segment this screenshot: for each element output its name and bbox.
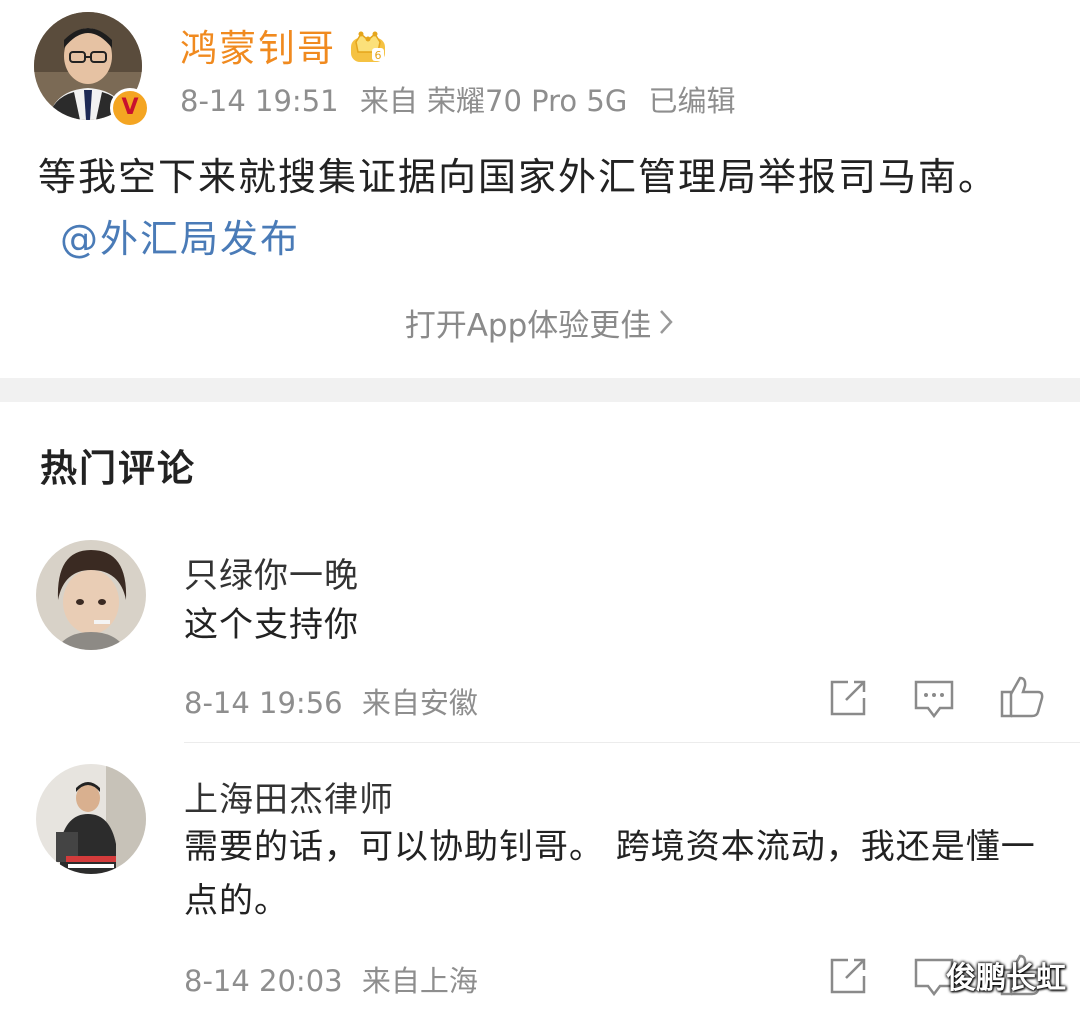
commenter-name[interactable]: 上海田杰律师 <box>184 772 394 821</box>
comment-meta: 8-14 20:03 来自上海 <box>184 958 488 1000</box>
crown-level: 6 <box>375 49 382 62</box>
comment-text: 这个支持你 <box>184 605 359 645</box>
author-name[interactable]: 鸿蒙钊哥 <box>180 18 336 72</box>
post-text: 等我空下来就搜集证据向国家外汇管理局举报司马南。 <box>38 155 999 199</box>
comment-source: 来自上海 <box>361 964 478 998</box>
watermark-text: 俊鹏长虹 <box>946 961 1066 996</box>
post-header: V 鸿蒙钊哥 6 8-14 19:51 来自 荣耀70 Pro 5G 已编辑 <box>34 12 1080 128</box>
open-app-link[interactable]: 打开App体验更佳 <box>0 300 1080 345</box>
hot-comments-title: 热门评论 <box>40 447 196 490</box>
post-meta: 8-14 19:51 来自 荣耀70 Pro 5G 已编辑 <box>180 78 748 120</box>
commenter-avatar[interactable] <box>36 764 146 874</box>
post-edited: 已编辑 <box>648 84 736 118</box>
comment-item: 只绿你一晚 这个支持你 8-14 19:56 来自安徽 <box>0 540 1080 740</box>
verified-badge-icon: V <box>110 88 150 128</box>
weibo-post-page: V 鸿蒙钊哥 6 8-14 19:51 来自 荣耀70 Pro 5G 已编辑 等… <box>0 0 1080 1013</box>
comment-meta: 8-14 19:56 来自安徽 <box>184 680 488 722</box>
open-app-label: 打开App体验更佳 <box>404 308 652 344</box>
section-divider <box>0 378 1080 402</box>
mention-link[interactable]: @外汇局发布 <box>60 217 300 261</box>
commenter-avatar[interactable] <box>36 540 146 650</box>
comment-time: 8-14 20:03 <box>184 964 343 998</box>
comment-icon[interactable] <box>912 676 956 720</box>
post-time: 8-14 19:51 <box>180 84 339 118</box>
comment-text: 需要的话，可以协助钊哥。 跨境资本流动，我还是懂一点的。 <box>184 827 1036 921</box>
share-icon[interactable] <box>826 676 870 720</box>
comment-item: 上海田杰律师 需要的话，可以协助钊哥。 跨境资本流动，我还是懂一点的。 8-14… <box>0 764 1080 1004</box>
share-icon[interactable] <box>826 954 870 998</box>
like-icon[interactable] <box>998 672 1046 720</box>
comment-time: 8-14 19:56 <box>184 686 343 720</box>
post-source: 来自 荣耀70 Pro 5G <box>359 84 628 118</box>
crown-icon: 6 <box>351 31 385 62</box>
post-body: 等我空下来就搜集证据向国家外汇管理局举报司马南。 @外汇局发布 <box>38 146 1028 270</box>
author-avatar[interactable]: V <box>34 12 150 128</box>
comment-source: 来自安徽 <box>361 686 478 720</box>
comment-divider <box>184 742 1080 743</box>
chevron-right-icon <box>660 310 673 334</box>
commenter-name[interactable]: 只绿你一晚 <box>184 548 359 597</box>
